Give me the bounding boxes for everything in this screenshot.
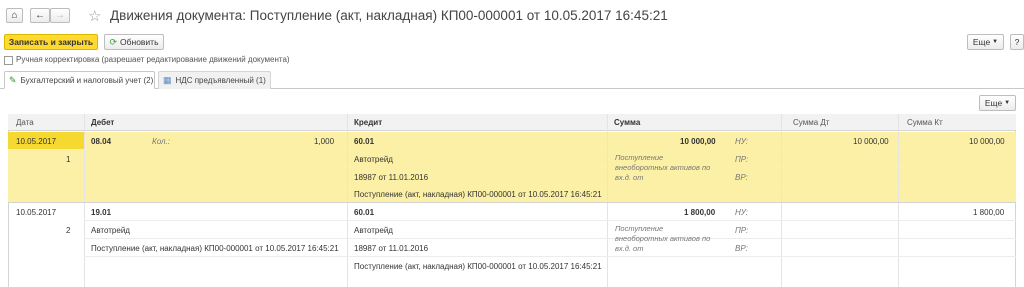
col-separator bbox=[898, 114, 899, 287]
table-more-label: Еще bbox=[984, 98, 1003, 108]
refresh-button[interactable]: ⟳ Обновить bbox=[104, 34, 164, 50]
row2-credit-sub3: Поступление (акт, накладная) КП00-000001… bbox=[354, 262, 602, 271]
col-sum[interactable]: Сумма bbox=[614, 118, 640, 127]
row1-content: Поступление внеоборотных активов по вх.д… bbox=[615, 153, 711, 182]
col-credit[interactable]: Кредит bbox=[354, 118, 382, 127]
row1-credit-sub3: Поступление (акт, накладная) КП00-000001… bbox=[354, 190, 602, 199]
row2-vr: ВР: bbox=[735, 244, 748, 253]
row1-credit-sub1: Автотрейд bbox=[354, 155, 393, 164]
row1-credit-account: 60.01 bbox=[354, 137, 375, 146]
row-divider bbox=[84, 149, 1016, 150]
row1-num: 1 bbox=[66, 155, 71, 164]
row1-debit-account: 08.04 bbox=[91, 137, 112, 146]
row1-sum-dt: 10 000,00 bbox=[853, 137, 889, 146]
tab-accounting[interactable]: ✎ Бухгалтерский и налоговый учет (2) bbox=[4, 71, 155, 89]
row2-sum: 1 800,00 bbox=[684, 208, 716, 217]
arrow-left-icon: ← bbox=[35, 10, 45, 21]
tab-accounting-label: Бухгалтерский и налоговый учет (2) bbox=[20, 75, 154, 85]
col-separator bbox=[84, 114, 85, 287]
row-divider bbox=[84, 256, 1016, 257]
chevron-down-icon: ▼ bbox=[1004, 100, 1011, 106]
col-sum-kt[interactable]: Сумма Кт bbox=[907, 118, 943, 127]
row-divider bbox=[84, 167, 1016, 168]
col-separator bbox=[607, 114, 608, 287]
save-and-close-button[interactable]: Записать и закрыть bbox=[4, 34, 98, 50]
row-divider bbox=[84, 238, 1016, 239]
row1-vr: ВР: bbox=[735, 173, 748, 182]
ledger-icon: ✎ bbox=[9, 74, 17, 85]
tab-vat-label: НДС предъявленный (1) bbox=[175, 76, 266, 85]
more-button[interactable]: Еще ▼ bbox=[967, 34, 1004, 50]
tab-vat[interactable]: ▦ НДС предъявленный (1) bbox=[158, 71, 271, 89]
col-separator bbox=[781, 114, 782, 287]
refresh-icon: ⟳ bbox=[109, 36, 118, 47]
row2-debit-sub1: Автотрейд bbox=[91, 226, 130, 235]
row-divider bbox=[8, 202, 1016, 203]
row2-content: Поступление внеоборотных активов по вх.д… bbox=[615, 224, 711, 253]
table-icon: ▦ bbox=[163, 75, 172, 85]
row2-debit-account: 19.01 bbox=[91, 208, 112, 217]
table-more-button[interactable]: Еще ▼ bbox=[979, 95, 1016, 111]
table-header bbox=[8, 114, 1016, 131]
row1-pr: ПР: bbox=[735, 155, 749, 164]
row2-credit-account: 60.01 bbox=[354, 208, 375, 217]
row1-credit-sub2: 18987 от 11.01.2016 bbox=[354, 173, 429, 182]
row1-date: 10.05.2017 bbox=[16, 137, 57, 146]
row2-sum-kt: 1 800,00 bbox=[973, 208, 1005, 217]
page-title: Движения документа: Поступление (акт, на… bbox=[110, 8, 668, 23]
row2-credit-sub2: 18987 от 11.01.2016 bbox=[354, 244, 429, 253]
row-divider bbox=[84, 185, 1016, 186]
favorite-star-icon[interactable]: ☆ bbox=[88, 7, 101, 25]
back-button[interactable]: ← bbox=[30, 8, 50, 23]
row-divider bbox=[84, 220, 1016, 221]
refresh-label: Обновить bbox=[120, 37, 159, 47]
col-date[interactable]: Дата bbox=[16, 118, 34, 127]
arrow-right-icon: → bbox=[55, 10, 65, 21]
home-button[interactable]: ⌂ bbox=[6, 8, 23, 23]
manual-correction-label: Ручная корректировка (разрешает редактир… bbox=[16, 55, 290, 64]
col-sum-dt[interactable]: Сумма Дт bbox=[793, 118, 829, 127]
row2-nu: НУ: bbox=[735, 208, 748, 217]
row1-sum: 10 000,00 bbox=[680, 137, 716, 146]
row2-credit-sub1: Автотрейд bbox=[354, 226, 393, 235]
col-debit[interactable]: Дебет bbox=[91, 118, 114, 127]
forward-button[interactable]: → bbox=[50, 8, 70, 23]
row1-qty: 1,000 bbox=[314, 137, 335, 146]
home-icon: ⌂ bbox=[11, 10, 18, 21]
row2-pr: ПР: bbox=[735, 226, 749, 235]
row1-nu: НУ: bbox=[735, 137, 748, 146]
row1-qty-label: Кол.: bbox=[152, 137, 170, 146]
row2-num: 2 bbox=[66, 226, 71, 235]
more-label: Еще bbox=[972, 37, 991, 47]
chevron-down-icon: ▼ bbox=[992, 39, 999, 45]
row1-sum-kt: 10 000,00 bbox=[969, 137, 1005, 146]
row2-date: 10.05.2017 bbox=[16, 208, 57, 217]
manual-correction-checkbox[interactable] bbox=[4, 56, 13, 65]
help-button[interactable]: ? bbox=[1010, 34, 1024, 50]
row2-debit-sub2: Поступление (акт, накладная) КП00-000001… bbox=[91, 244, 339, 253]
col-separator bbox=[347, 114, 348, 287]
